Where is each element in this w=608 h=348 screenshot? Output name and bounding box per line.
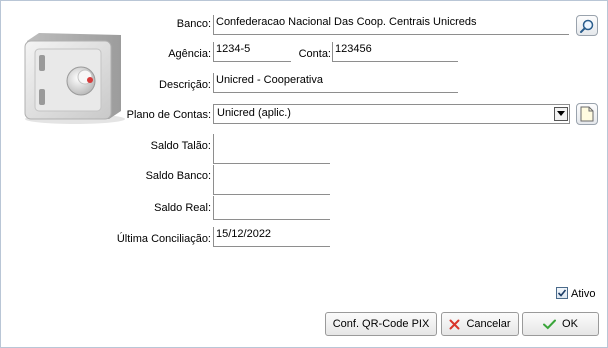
saldo-talao-label: Saldo Talão: [150,140,211,152]
ok-button[interactable]: OK [522,312,599,336]
descricao-label: Descrição: [159,79,211,91]
descricao-field[interactable]: Unicred - Cooperativa [213,73,458,93]
plano-contas-select[interactable]: Unicred (aplic.) [213,104,570,124]
checkmark-icon [557,289,567,297]
x-icon [449,319,460,329]
ultima-conciliacao-label: Última Conciliação: [116,233,211,245]
saldo-banco-label: Saldo Banco: [145,170,211,182]
search-icon [580,19,594,33]
chevron-down-icon[interactable] [554,107,568,121]
cancel-label: Cancelar [466,318,511,330]
agencia-label: Agência: [168,48,211,60]
cancel-button[interactable]: Cancelar [441,312,519,336]
saldo-real-field[interactable] [213,196,330,220]
plano-contas-value: Unicred (aplic.) [217,107,291,119]
search-button[interactable] [576,15,598,36]
qrcode-pix-label: Conf. QR-Code PIX [332,318,430,330]
banco-label: Banco: [176,18,211,30]
dialog-window: Banco: Confederacao Nacional Das Coop. C… [0,0,608,348]
ok-label: OK [562,318,578,330]
conta-field[interactable]: 123456 [332,42,458,62]
agencia-field[interactable]: 1234-5 [213,42,291,62]
ativo-label: Ativo [571,288,596,300]
check-icon [543,319,557,329]
ultima-conciliacao-field[interactable]: 15/12/2022 [213,227,330,247]
document-icon [580,106,594,122]
qrcode-pix-button[interactable]: Conf. QR-Code PIX [325,312,437,336]
plano-contas-label: Plano de Contas: [126,109,211,121]
banco-field[interactable]: Confederacao Nacional Das Coop. Centrais… [213,15,569,35]
conta-label: Conta: [298,48,331,60]
saldo-talao-field[interactable] [213,134,330,164]
saldo-real-label: Saldo Real: [154,202,211,214]
new-plano-button[interactable] [576,103,598,125]
saldo-banco-field[interactable] [213,165,330,195]
ativo-checkbox[interactable] [556,287,568,299]
